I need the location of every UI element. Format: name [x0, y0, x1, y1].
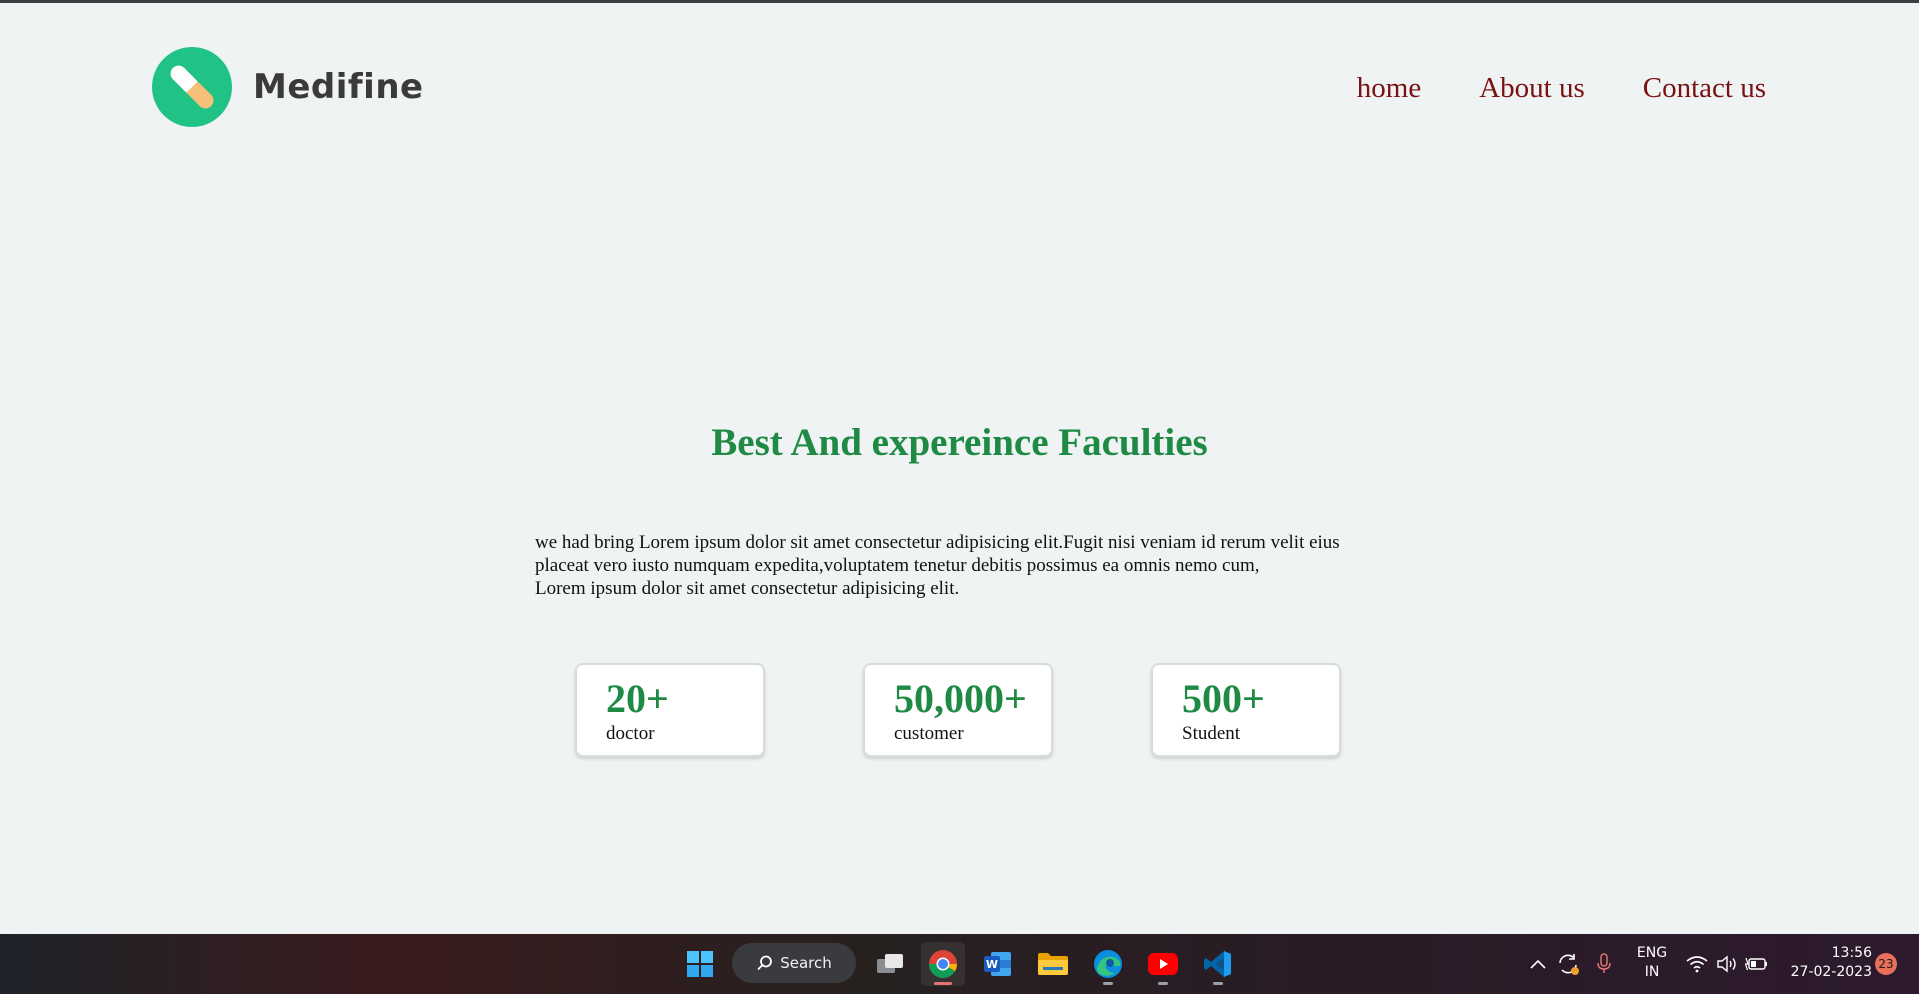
- stat-card-students: 500+ Student: [1151, 663, 1341, 757]
- file-explorer-icon: [1038, 953, 1068, 975]
- running-app-indicator: [1103, 982, 1113, 985]
- description-line: Lorem ipsum dolor sit amet consectetur a…: [535, 578, 960, 599]
- stat-label: customer: [894, 723, 964, 744]
- brand-name: Medifine: [253, 67, 424, 107]
- notification-badge[interactable]: 23: [1875, 953, 1897, 975]
- windows-start-icon: [687, 951, 713, 977]
- taskbar-app-file-explorer[interactable]: [1031, 942, 1075, 986]
- pill-logo-icon: [152, 47, 232, 127]
- youtube-icon: [1148, 953, 1178, 975]
- stat-card-customers: 50,000+ customer: [863, 663, 1053, 757]
- edge-icon: [1094, 950, 1122, 978]
- clock-date: 27-02-2023: [1790, 964, 1872, 980]
- nav-link-contact-us[interactable]: Contact us: [1643, 64, 1766, 112]
- main-nav: home About us Contact us: [1299, 64, 1766, 112]
- battery-button[interactable]: [1740, 942, 1774, 986]
- task-view-button[interactable]: [868, 942, 912, 986]
- search-label: Search: [780, 954, 832, 972]
- search-icon: [757, 955, 773, 971]
- taskbar-app-chrome[interactable]: [921, 942, 965, 986]
- taskbar-app-edge[interactable]: [1086, 942, 1130, 986]
- volume-button[interactable]: [1710, 942, 1744, 986]
- microphone-icon: [1597, 953, 1611, 973]
- window-top-border: [0, 0, 1919, 3]
- word-icon: W: [984, 952, 1011, 976]
- svg-text:W: W: [986, 958, 998, 971]
- language-indicator[interactable]: ENG IN: [1632, 944, 1672, 982]
- wifi-button[interactable]: [1680, 942, 1714, 986]
- stat-value: 20+: [606, 676, 669, 721]
- stat-value: 500+: [1182, 676, 1265, 721]
- language-code: ENG: [1636, 945, 1668, 961]
- stat-card-doctors: 20+ doctor: [575, 663, 765, 757]
- windows-start-button[interactable]: [678, 942, 722, 986]
- wifi-icon: [1686, 956, 1708, 973]
- microphone-button[interactable]: [1584, 942, 1624, 986]
- volume-icon: [1717, 955, 1736, 973]
- description-line: placeat vero iusto numquam expedita,volu…: [535, 555, 1260, 576]
- sync-icon: [1559, 954, 1579, 975]
- description-line: we had bring Lorem ipsum dolor sit amet …: [535, 532, 1340, 553]
- system-clock[interactable]: 13:56 27-02-2023: [1780, 944, 1872, 982]
- section-heading: Best And expereince Faculties: [711, 421, 1208, 464]
- brand-logo[interactable]: Medifine: [152, 46, 424, 128]
- running-app-indicator: [1213, 982, 1223, 985]
- running-app-indicator: [1158, 982, 1168, 985]
- task-view-icon: [877, 954, 903, 973]
- nav-link-home[interactable]: home: [1357, 64, 1421, 112]
- taskbar-app-youtube[interactable]: [1141, 942, 1185, 986]
- stat-label: doctor: [606, 723, 655, 744]
- chevron-up-icon: [1530, 959, 1546, 969]
- windows-taskbar: Search W ENG IN 13:56 27-02-2023 23: [0, 934, 1919, 994]
- sync-status-button[interactable]: [1548, 942, 1588, 986]
- active-app-indicator: [934, 982, 952, 985]
- clock-time: 13:56: [1831, 945, 1872, 961]
- section-description: we had bring Lorem ipsum dolor sit amet …: [535, 531, 1415, 600]
- taskbar-search-button[interactable]: Search: [732, 943, 856, 983]
- taskbar-app-vscode[interactable]: [1196, 942, 1240, 986]
- nav-link-about-us[interactable]: About us: [1479, 64, 1585, 112]
- chrome-icon: [929, 950, 957, 978]
- language-region: IN: [1644, 964, 1660, 980]
- stat-value: 50,000+: [894, 676, 1027, 721]
- vscode-icon: [1204, 951, 1231, 977]
- stat-label: Student: [1182, 723, 1241, 744]
- taskbar-app-word[interactable]: W: [976, 942, 1020, 986]
- battery-charging-icon: [1745, 957, 1767, 971]
